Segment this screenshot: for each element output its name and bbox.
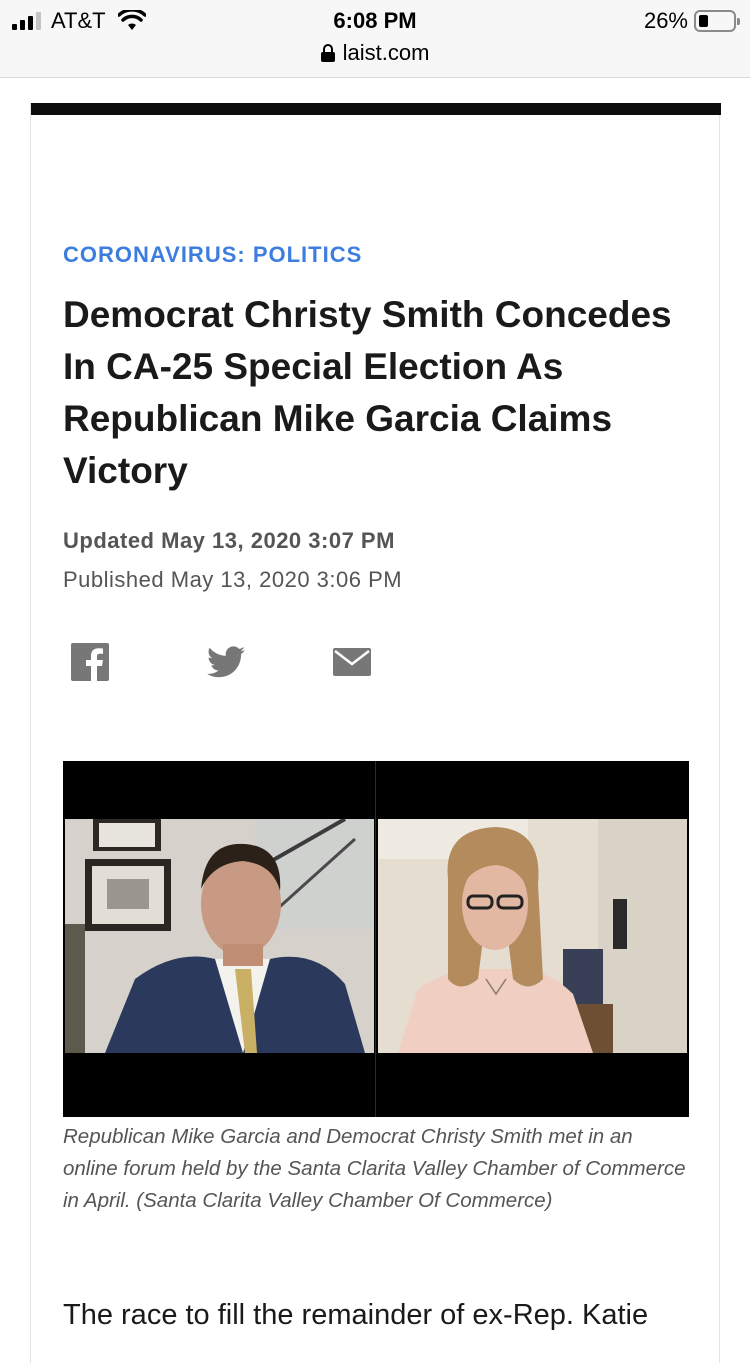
woman-portrait-illustration bbox=[378, 819, 687, 1053]
updated-timestamp: Updated May 13, 2020 3:07 PM bbox=[63, 528, 395, 553]
article-body-first-line: The race to fill the remainder of ex-Rep… bbox=[63, 1299, 649, 1331]
email-icon[interactable] bbox=[333, 648, 371, 676]
status-bar: AT&T 6:08 PM laist.com 26% bbox=[0, 0, 750, 78]
battery-percentage: 26% bbox=[643, 8, 688, 33]
article-card: CORONAVIRUS: POLITICS Democrat Christy S… bbox=[30, 103, 721, 1363]
clock: 6:08 PM bbox=[333, 8, 417, 33]
card-top-rule bbox=[31, 103, 721, 115]
article-photo bbox=[63, 761, 689, 1117]
photo-right-pane bbox=[378, 819, 687, 1053]
address-bar[interactable]: laist.com bbox=[0, 40, 750, 66]
twitter-icon[interactable] bbox=[207, 646, 245, 678]
share-bar bbox=[71, 643, 371, 681]
lock-icon bbox=[320, 44, 335, 62]
photo-divider bbox=[375, 761, 376, 1117]
battery-level-fill bbox=[699, 15, 708, 27]
category-kicker[interactable]: CORONAVIRUS: POLITICS bbox=[63, 242, 362, 268]
photo-left-pane bbox=[65, 819, 374, 1053]
battery-icon bbox=[694, 10, 740, 32]
facebook-icon[interactable] bbox=[71, 643, 109, 681]
published-timestamp: Published May 13, 2020 3:06 PM bbox=[63, 567, 403, 592]
article-headline: Democrat Christy Smith Concedes In CA-25… bbox=[63, 294, 672, 491]
url-text: laist.com bbox=[342, 40, 430, 65]
photo-caption: Republican Mike Garcia and Democrat Chri… bbox=[63, 1125, 686, 1212]
status-right: 26% bbox=[643, 8, 740, 34]
man-portrait-illustration bbox=[65, 819, 374, 1053]
